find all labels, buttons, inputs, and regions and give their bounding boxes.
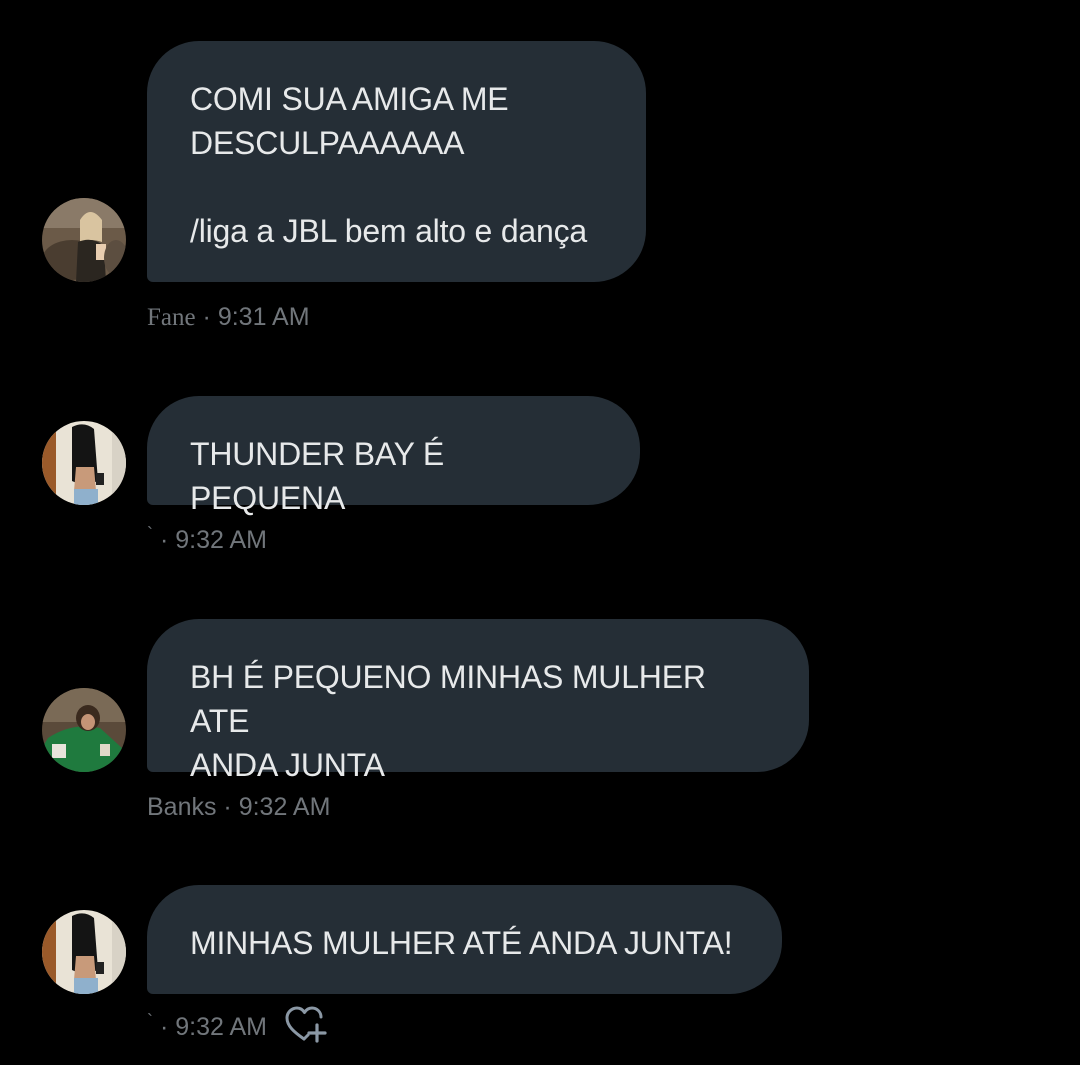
- sender-name[interactable]: `: [147, 524, 153, 544]
- sender-name[interactable]: `: [147, 1011, 153, 1031]
- meta-separator: ·: [153, 526, 176, 554]
- message-meta: ` · 9:32 AM: [147, 523, 267, 557]
- message-time: 9:32 AM: [238, 793, 331, 821]
- message-bubble[interactable]: COMI SUA AMIGA ME DESCULPAAAAAA /liga a …: [147, 41, 646, 282]
- meta-separator: ·: [153, 1013, 176, 1041]
- message-bubble[interactable]: THUNDER BAY É PEQUENA: [147, 396, 640, 516]
- message-time: 9:32 AM: [175, 526, 267, 554]
- avatar-user[interactable]: [42, 910, 126, 994]
- sender-name[interactable]: Fane: [147, 304, 196, 331]
- message-bubble[interactable]: BH É PEQUENO MINHAS MULHER ATE ANDA JUNT…: [147, 619, 809, 783]
- heart-plus-icon[interactable]: [284, 1005, 328, 1045]
- message-meta: Fane · 9:31 AM: [147, 300, 310, 334]
- meta-separator: ·: [216, 793, 239, 821]
- message-meta: ` · 9:32 AM: [147, 1010, 267, 1044]
- avatar-fane[interactable]: [42, 198, 126, 282]
- message-time: 9:32 AM: [175, 1013, 267, 1041]
- avatar-user[interactable]: [42, 421, 126, 505]
- avatar-banks[interactable]: [42, 688, 126, 772]
- meta-separator: ·: [195, 303, 218, 331]
- message-bubble[interactable]: MINHAS MULHER ATÉ ANDA JUNTA!: [147, 885, 782, 994]
- message-time: 9:31 AM: [217, 303, 310, 331]
- message-meta: Banks · 9:32 AM: [147, 790, 330, 824]
- sender-name[interactable]: Banks: [147, 793, 216, 821]
